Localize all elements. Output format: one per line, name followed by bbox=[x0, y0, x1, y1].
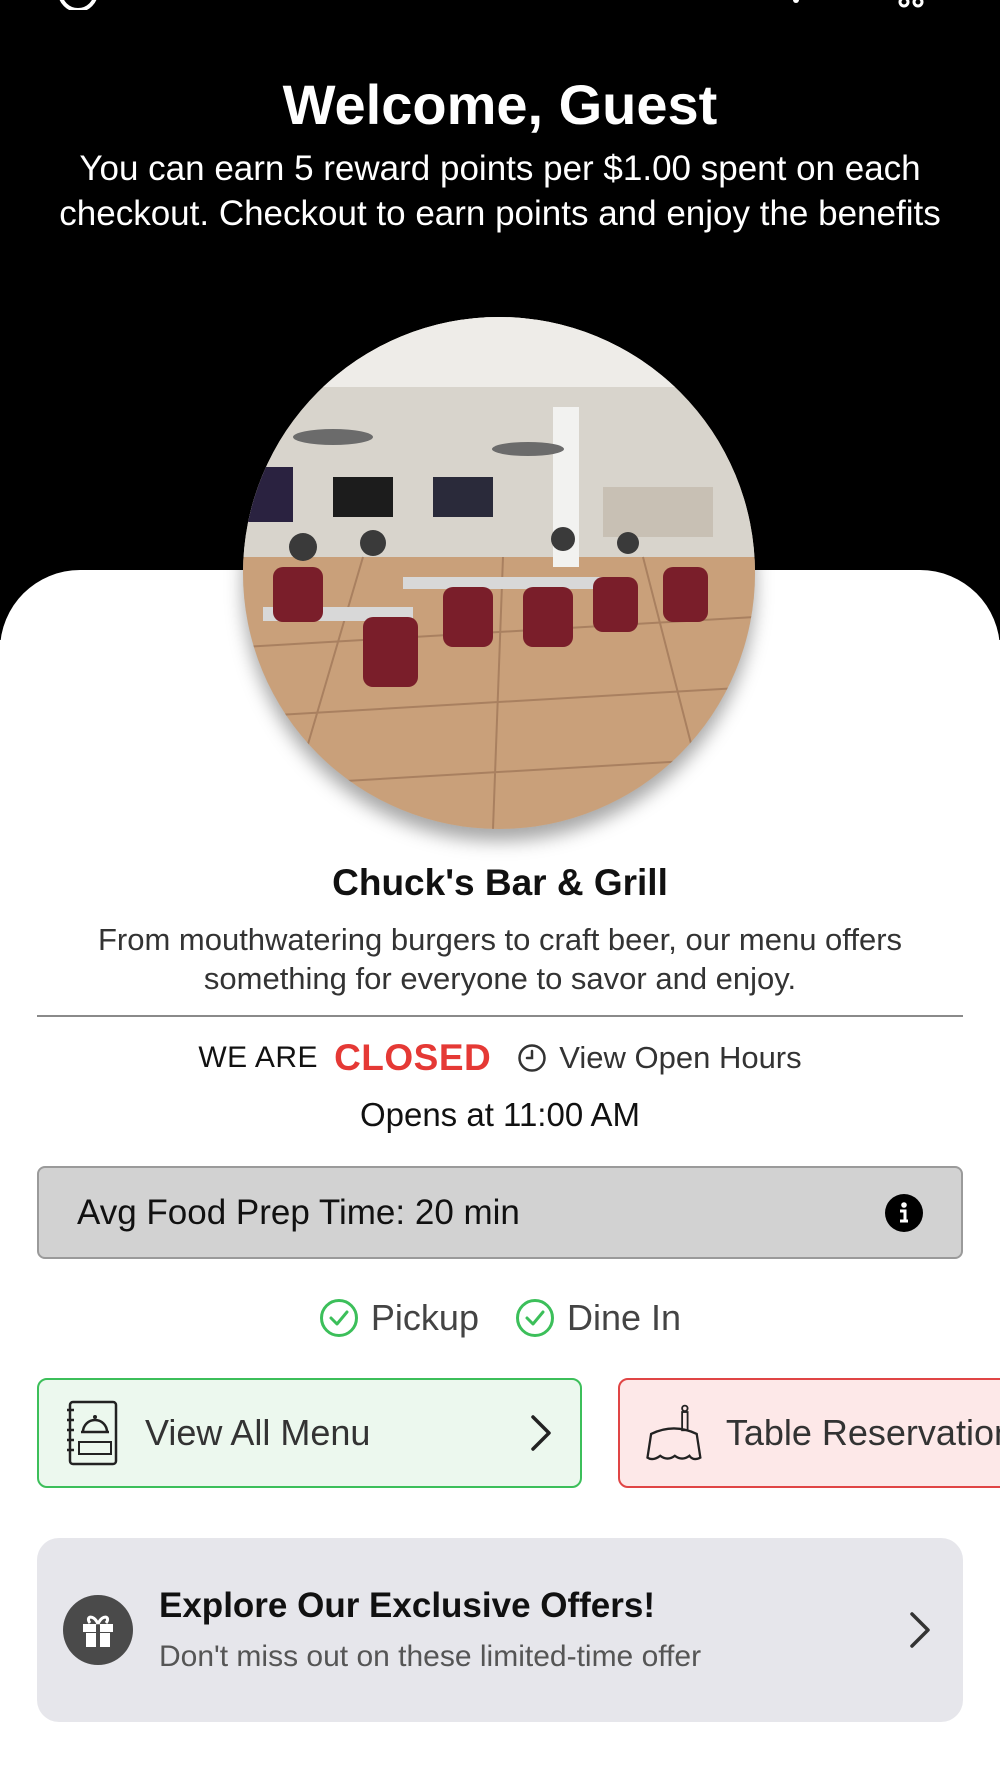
reward-message: You can earn 5 reward points per $1.00 s… bbox=[59, 149, 941, 233]
view-all-menu-button[interactable]: View All Menu bbox=[37, 1378, 582, 1488]
status-row: WE ARE CLOSED View Open Hours bbox=[0, 1036, 1000, 1080]
view-open-hours-link[interactable]: View Open Hours bbox=[517, 1040, 802, 1076]
cart-icon[interactable] bbox=[896, 0, 926, 10]
service-dine-in: Dine In bbox=[515, 1297, 681, 1339]
restaurant-name: Chuck's Bar & Grill bbox=[332, 862, 668, 903]
divider bbox=[37, 1015, 963, 1017]
view-all-menu-label: View All Menu bbox=[145, 1412, 371, 1453]
offers-card[interactable]: Explore Our Exclusive Offers! Don't miss… bbox=[37, 1538, 963, 1722]
view-open-hours-label: View Open Hours bbox=[559, 1040, 802, 1075]
chevron-right-icon bbox=[910, 1612, 930, 1648]
gift-icon bbox=[63, 1595, 133, 1665]
restaurant-photo bbox=[243, 317, 755, 829]
status-badge: CLOSED bbox=[334, 1037, 492, 1078]
account-icon[interactable] bbox=[56, 0, 100, 10]
info-icon[interactable] bbox=[885, 1193, 923, 1232]
welcome-title: Welcome, Guest bbox=[282, 73, 718, 136]
opening-time: Opens at 11:00 AM bbox=[359, 1096, 641, 1133]
offer-title: Explore Our Exclusive Offers! bbox=[159, 1586, 656, 1625]
clock-icon bbox=[518, 1044, 546, 1072]
check-circle-icon bbox=[515, 1299, 554, 1337]
prep-time-bar: Avg Food Prep Time: 20 min bbox=[37, 1166, 963, 1259]
service-pickup: Pickup bbox=[319, 1297, 479, 1339]
status-prefix: WE ARE bbox=[198, 1041, 319, 1074]
reserved-table-icon bbox=[646, 1404, 702, 1461]
check-circle-icon bbox=[319, 1299, 358, 1337]
restaurant-description: From mouthwatering burgers to craft beer… bbox=[97, 922, 903, 996]
chevron-right-icon bbox=[531, 1415, 551, 1451]
table-reservation-label: Table Reservation bbox=[725, 1412, 1000, 1453]
offer-subtitle: Don't miss out on these limited-time off… bbox=[159, 1640, 702, 1673]
delivery-icon[interactable] bbox=[788, 0, 818, 8]
service-label: Pickup bbox=[370, 1297, 479, 1338]
menu-book-icon bbox=[67, 1400, 118, 1466]
service-label: Dine In bbox=[566, 1297, 682, 1338]
service-options: Pickup Dine In bbox=[0, 1294, 1000, 1342]
offer-text: Explore Our Exclusive Offers! Don't miss… bbox=[159, 1586, 907, 1674]
prep-time-label: Avg Food Prep Time: 20 min bbox=[77, 1192, 520, 1232]
table-reservation-button[interactable]: Table Reservation bbox=[618, 1378, 1000, 1488]
